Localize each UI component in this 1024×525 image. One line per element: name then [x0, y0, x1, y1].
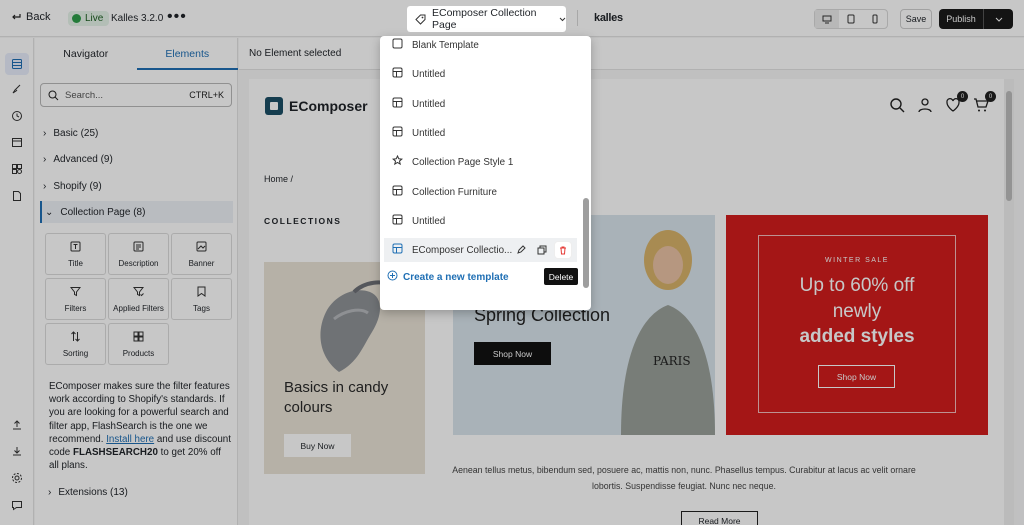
template-item[interactable]: Untitled [384, 209, 577, 233]
template-item[interactable]: Blank Template [384, 36, 577, 57]
delete-icon[interactable] [555, 242, 571, 258]
chevron-down-icon [559, 17, 566, 22]
duplicate-icon[interactable] [534, 242, 550, 258]
template-item[interactable]: Untitled [384, 92, 577, 116]
template-item[interactable]: Collection Furniture [384, 180, 577, 204]
selected-template: EComposer Collection Page [432, 7, 537, 31]
template-item-active[interactable]: EComposer Collectio... [384, 238, 577, 262]
template-icon [392, 214, 403, 228]
dropdown-scrollbar[interactable] [583, 40, 589, 300]
template-icon [392, 243, 403, 257]
template-item[interactable]: Untitled [384, 62, 577, 86]
edit-icon[interactable] [513, 242, 529, 258]
template-icon [392, 185, 403, 199]
layout-icon [392, 38, 403, 52]
template-item[interactable]: Untitled [384, 121, 577, 145]
tag-icon [415, 14, 426, 25]
delete-tooltip: Delete [544, 268, 578, 285]
template-actions [513, 242, 571, 258]
dropdown-scroll-thumb[interactable] [583, 198, 589, 288]
star-icon [391, 154, 404, 169]
template-icon [392, 126, 403, 140]
template-selector-open[interactable]: EComposer Collection Page [407, 6, 566, 32]
template-item[interactable]: Collection Page Style 1 [384, 150, 577, 174]
create-template-button[interactable]: Create a new template [387, 270, 509, 284]
plus-circle-icon [387, 270, 398, 284]
template-icon [392, 67, 403, 81]
template-icon [392, 97, 403, 111]
